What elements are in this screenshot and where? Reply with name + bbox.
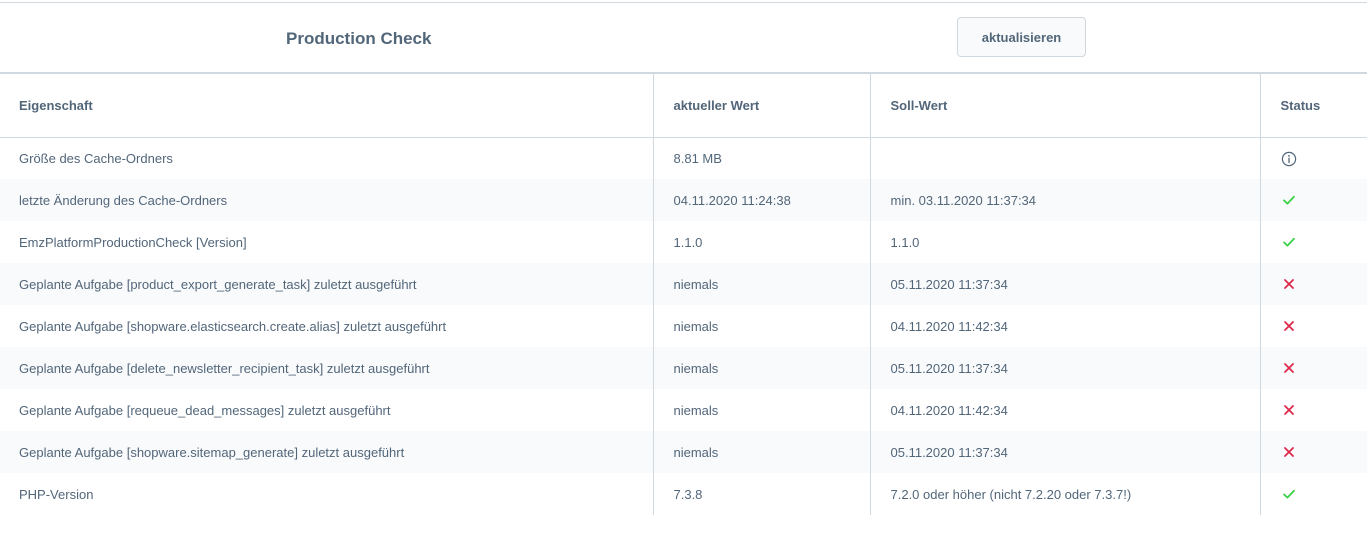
cell-current-value: 04.11.2020 11:24:38: [653, 179, 871, 221]
cell-current-value: niemals: [653, 347, 871, 389]
cell-property: EmzPlatformProductionCheck [Version]: [0, 221, 654, 263]
cell-property: Größe des Cache-Ordners: [0, 137, 654, 179]
table-row: letzte Änderung des Cache-Ordners 04.11.2…: [0, 179, 1367, 221]
table-row: Geplante Aufgabe [requeue_dead_messages]…: [0, 389, 1367, 431]
cell-status: [1260, 347, 1367, 389]
cell-target-value: 04.11.2020 11:42:34: [870, 305, 1261, 347]
column-header-property[interactable]: Eigenschaft: [0, 74, 654, 138]
cross-icon: [1281, 444, 1297, 459]
cell-status: [1260, 389, 1367, 431]
table-row: Geplante Aufgabe [shopware.elasticsearch…: [0, 305, 1367, 347]
cell-target-value: 05.11.2020 11:37:34: [870, 347, 1261, 389]
cell-status: [1260, 263, 1367, 305]
cell-target-value: 7.2.0 oder höher (nicht 7.2.20 oder 7.3.…: [870, 473, 1261, 515]
cell-current-value: 7.3.8: [653, 473, 871, 515]
check-icon: [1281, 192, 1297, 207]
table-row: Größe des Cache-Ordners 8.81 MB: [0, 137, 1367, 179]
cell-property: Geplante Aufgabe [shopware.sitemap_gener…: [0, 431, 654, 473]
cell-current-value: niemals: [653, 431, 871, 473]
cell-property: PHP-Version: [0, 473, 654, 515]
info-icon: [1281, 150, 1297, 166]
cell-target-value: 05.11.2020 11:37:34: [870, 263, 1261, 305]
page-title: Production Check: [286, 29, 432, 48]
cell-status: [1260, 431, 1367, 473]
production-check-table: Eigenschaft aktueller Wert Soll-Wert Sta…: [0, 74, 1367, 515]
cell-status: [1260, 221, 1367, 263]
refresh-button[interactable]: aktualisieren: [957, 17, 1086, 57]
cell-property: Geplante Aufgabe [product_export_generat…: [0, 263, 654, 305]
table-row: EmzPlatformProductionCheck [Version] 1.1.…: [0, 221, 1367, 263]
table-row: Geplante Aufgabe [product_export_generat…: [0, 263, 1367, 305]
check-icon: [1281, 234, 1297, 249]
cell-target-value: min. 03.11.2020 11:37:34: [870, 179, 1261, 221]
cell-target-value: 04.11.2020 11:42:34: [870, 389, 1261, 431]
cross-icon: [1281, 402, 1297, 417]
cell-current-value: niemals: [653, 389, 871, 431]
cross-icon: [1281, 318, 1297, 333]
cell-status: [1260, 473, 1367, 515]
table-row: PHP-Version 7.3.8 7.2.0 oder höher (nicht …: [0, 473, 1367, 515]
cell-status: [1260, 179, 1367, 221]
cell-current-value: 8.81 MB: [653, 137, 871, 179]
cell-property: Geplante Aufgabe [delete_newsletter_reci…: [0, 347, 654, 389]
cell-status: [1260, 305, 1367, 347]
cell-current-value: niemals: [653, 305, 871, 347]
column-header-status[interactable]: Status: [1260, 74, 1367, 138]
cell-current-value: 1.1.0: [653, 221, 871, 263]
cell-status: [1260, 137, 1367, 179]
table-row: Geplante Aufgabe [shopware.sitemap_gener…: [0, 431, 1367, 473]
cell-target-value: 1.1.0: [870, 221, 1261, 263]
cell-target-value: 05.11.2020 11:37:34: [870, 431, 1261, 473]
cell-property: Geplante Aufgabe [requeue_dead_messages]…: [0, 389, 654, 431]
cell-property: Geplante Aufgabe [shopware.elasticsearch…: [0, 305, 654, 347]
production-check-page: Production Check aktualisieren Eigenscha…: [0, 0, 1367, 533]
cell-property: letzte Änderung des Cache-Ordners: [0, 179, 654, 221]
check-icon: [1281, 486, 1297, 501]
table-body: Größe des Cache-Ordners 8.81 MB letzte Änd…: [0, 137, 1367, 515]
cross-icon: [1281, 276, 1297, 291]
column-header-target-value[interactable]: Soll-Wert: [870, 74, 1261, 138]
table-row: Geplante Aufgabe [delete_newsletter_reci…: [0, 347, 1367, 389]
cell-target-value: [870, 137, 1261, 179]
table-header-row: Eigenschaft aktueller Wert Soll-Wert Sta…: [0, 74, 1367, 138]
card-header: Production Check aktualisieren: [0, 3, 1367, 73]
column-header-current-value[interactable]: aktueller Wert: [653, 74, 871, 138]
cell-current-value: niemals: [653, 263, 871, 305]
cross-icon: [1281, 360, 1297, 375]
